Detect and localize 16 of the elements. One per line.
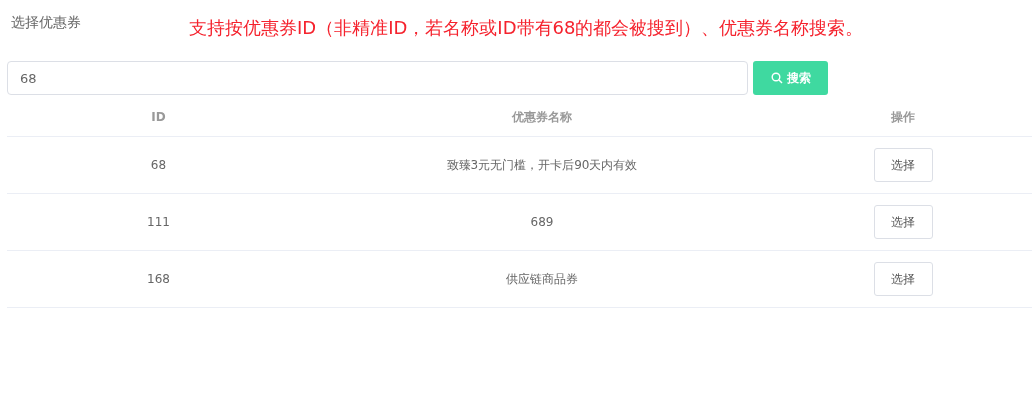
select-button[interactable]: 选择 — [873, 262, 933, 296]
table-cell-text: 168 — [146, 272, 171, 286]
column-header: 操作 — [890, 108, 916, 126]
column-header: ID — [150, 110, 167, 124]
select-button[interactable]: 选择 — [873, 205, 933, 239]
column-header: 优惠券名称 — [510, 108, 573, 126]
search-field[interactable]: 68 — [7, 61, 748, 95]
dialog-title: 选择优惠券 — [11, 14, 82, 32]
table-cell-text: 致臻3元无门槛，开卡后90天内有效 — [445, 156, 639, 174]
table-cell-text: 689 — [529, 215, 555, 229]
annotation-text: 支持按优惠券ID（非精准ID，若名称或ID带有68的都会被搜到）、优惠券名称搜索。 — [189, 16, 864, 40]
table-cell-text: 111 — [146, 215, 171, 229]
select-button[interactable]: 选择 — [873, 148, 933, 182]
table-cell-text: 68 — [149, 158, 168, 172]
table-cell-text: 供应链商品券 — [505, 270, 579, 288]
search-icon — [770, 72, 783, 84]
